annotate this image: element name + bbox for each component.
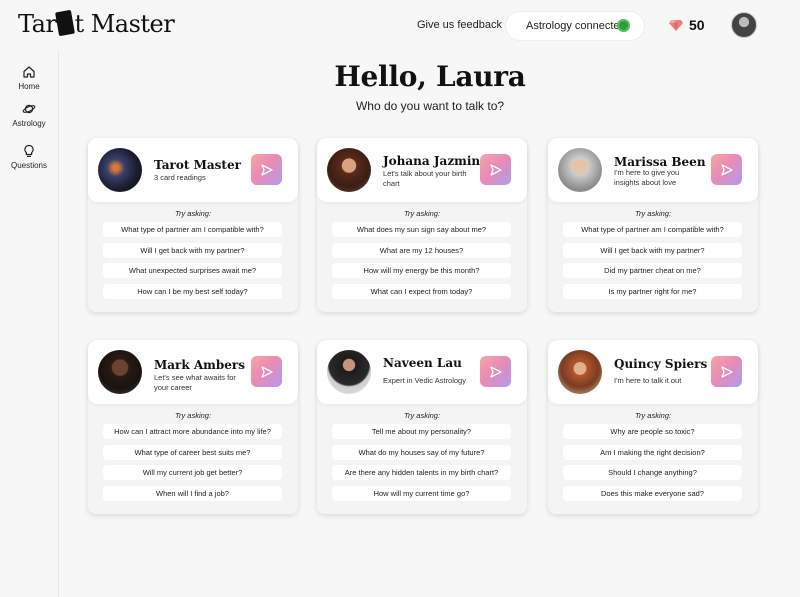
suggested-question[interactable]: When will I find a job? — [103, 486, 282, 501]
feedback-link[interactable]: Give us feedback — [417, 19, 502, 31]
advisor-avatar — [98, 350, 142, 394]
start-chat-button[interactable] — [251, 356, 282, 387]
advisor-avatar — [327, 350, 371, 394]
try-asking-label: Try asking: — [403, 209, 441, 218]
send-icon — [260, 365, 273, 378]
suggested-question[interactable]: How can I attract more abundance into my… — [103, 424, 282, 439]
lightbulb-icon — [24, 144, 34, 157]
suggested-question[interactable]: Are there any hidden talents in my birth… — [332, 465, 511, 480]
start-chat-button[interactable] — [480, 154, 511, 185]
app-logo[interactable]: Tar t Master — [18, 9, 175, 38]
top-bar: Tar t Master Give us feedback Astrology c… — [0, 0, 800, 50]
credits-counter[interactable]: 50 — [669, 17, 705, 33]
try-asking-label: Try asking: — [403, 411, 441, 420]
advisor-name: Naveen Lau — [383, 356, 462, 370]
try-asking-label: Try asking: — [634, 411, 672, 420]
user-avatar[interactable] — [731, 12, 757, 38]
advisor-description: 3 card readings — [154, 173, 206, 182]
advisor-name: Tarot Master — [154, 158, 241, 172]
suggested-question[interactable]: What type of partner am I compatible wit… — [563, 222, 742, 237]
start-chat-button[interactable] — [711, 154, 742, 185]
astrology-status-label: Astrology connected — [526, 20, 626, 32]
advisor-avatar — [327, 148, 371, 192]
suggested-question[interactable]: Does this make everyone sad? — [563, 486, 742, 501]
advisor-card-johana-jazmin[interactable]: Johana Jazmin Let's talk about your birth… — [317, 138, 527, 312]
logo-text-left: Tar — [18, 10, 57, 38]
advisor-description: Let's see what awaits for your career — [154, 373, 236, 392]
suggested-question[interactable]: Why are people so toxic? — [563, 424, 742, 439]
sidebar-item-label: Astrology — [12, 119, 46, 128]
suggested-question[interactable]: What can I expect from today? — [332, 284, 511, 299]
suggested-question[interactable]: Tell me about my personality? — [332, 424, 511, 439]
tarot-card-icon — [55, 9, 76, 37]
connected-status-icon — [617, 19, 630, 32]
advisor-description: I'm here to talk it out — [614, 376, 682, 385]
suggested-question[interactable]: What unexpected surprises await me? — [103, 263, 282, 278]
advisor-avatar — [558, 148, 602, 192]
advisor-card-mark-ambers[interactable]: Mark Ambers Let's see what awaits for you… — [88, 340, 298, 514]
astrology-status-pill[interactable]: Astrology connected — [506, 12, 644, 40]
advisor-avatar — [558, 350, 602, 394]
advisor-name: Johana Jazmin — [383, 154, 481, 168]
suggested-question[interactable]: What are my 12 houses? — [332, 243, 511, 258]
advisor-card-tarot-master[interactable]: Tarot Master 3 card readings Try asking: Wh… — [88, 138, 298, 312]
send-icon — [489, 365, 502, 378]
suggested-question[interactable]: How will my current time go? — [332, 486, 511, 501]
advisor-description: Expert in Vedic Astrology — [383, 376, 466, 385]
sidebar-item-astrology[interactable]: Astrology — [0, 102, 58, 128]
advisor-card-header[interactable]: Naveen Lau Expert in Vedic Astrology — [317, 340, 527, 404]
planet-icon — [22, 104, 36, 114]
suggested-question[interactable]: How will my energy be this month? — [332, 263, 511, 278]
start-chat-button[interactable] — [251, 154, 282, 185]
sidebar-item-label: Questions — [10, 161, 48, 170]
try-asking-label: Try asking: — [174, 209, 212, 218]
suggested-question[interactable]: Will I get back with my partner? — [103, 243, 282, 258]
start-chat-button[interactable] — [711, 356, 742, 387]
advisor-description: Let's talk about your birth chart — [383, 169, 467, 188]
advisor-card-header[interactable]: Johana Jazmin Let's talk about your birth… — [317, 138, 527, 202]
suggested-question[interactable]: What type of partner am I compatible wit… — [103, 222, 282, 237]
advisor-card-header[interactable]: Tarot Master 3 card readings — [88, 138, 298, 202]
try-asking-label: Try asking: — [634, 209, 672, 218]
suggested-question[interactable]: Will my current job get better? — [103, 465, 282, 480]
credits-value: 50 — [689, 17, 705, 33]
advisor-card-header[interactable]: Marissa Been I'm here to give you insight… — [548, 138, 758, 202]
send-icon — [720, 365, 733, 378]
suggested-question[interactable]: Is my partner right for me? — [563, 284, 742, 299]
logo-text-right: t Master — [74, 10, 175, 38]
sidebar-item-label: Home — [18, 82, 40, 91]
suggested-question[interactable]: Did my partner cheat on me? — [563, 263, 742, 278]
send-icon — [720, 163, 733, 176]
suggested-question[interactable]: What does my sun sign say about me? — [332, 222, 511, 237]
suggested-question[interactable]: What do my houses say of my future? — [332, 445, 511, 460]
advisor-name: Quincy Spiers — [614, 357, 708, 371]
gem-icon — [669, 19, 683, 31]
suggested-question[interactable]: How can I be my best self today? — [103, 284, 282, 299]
start-chat-button[interactable] — [480, 356, 511, 387]
try-asking-label: Try asking: — [174, 411, 212, 420]
send-icon — [260, 163, 273, 176]
advisor-name: Marissa Been — [614, 155, 706, 169]
advisor-avatar — [98, 148, 142, 192]
advisor-card-header[interactable]: Mark Ambers Let's see what awaits for you… — [88, 340, 298, 404]
advisor-description: I'm here to give you insights about love — [614, 168, 680, 187]
suggested-question[interactable]: Will I get back with my partner? — [563, 243, 742, 258]
sidebar-item-questions[interactable]: Questions — [0, 144, 58, 170]
advisor-card-naveen-lau[interactable]: Naveen Lau Expert in Vedic Astrology Try a… — [317, 340, 527, 514]
suggested-question[interactable]: Should I change anything? — [563, 465, 742, 480]
advisor-name: Mark Ambers — [154, 358, 245, 372]
page-title: Hello, Laura — [334, 60, 526, 93]
advisor-card-quincy-spiers[interactable]: Quincy Spiers I'm here to talk it out Try … — [548, 340, 758, 514]
suggested-question[interactable]: What type of career best suits me? — [103, 445, 282, 460]
page-subtitle: Who do you want to talk to? — [355, 99, 505, 113]
sidebar: Home Astrology Questions — [0, 50, 59, 597]
send-icon — [489, 163, 502, 176]
advisor-card-header[interactable]: Quincy Spiers I'm here to talk it out — [548, 340, 758, 404]
sidebar-item-home[interactable]: Home — [0, 65, 58, 91]
advisor-card-marissa-been[interactable]: Marissa Been I'm here to give you insight… — [548, 138, 758, 312]
suggested-question[interactable]: Am I making the right decision? — [563, 445, 742, 460]
home-icon — [23, 66, 35, 78]
